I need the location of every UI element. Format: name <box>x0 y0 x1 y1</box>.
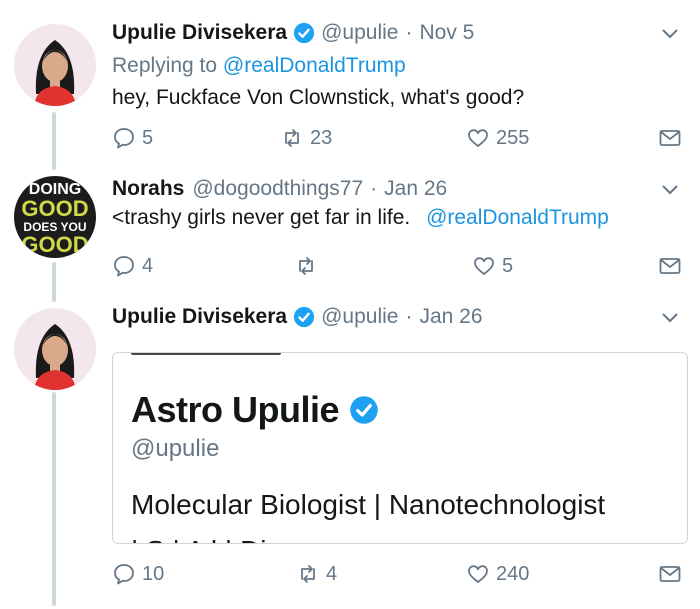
thread-line <box>52 112 56 170</box>
tweet-actions: 4 5 <box>112 254 682 284</box>
retweet-count: 4 <box>326 562 338 585</box>
avatar[interactable] <box>14 24 96 106</box>
author-name[interactable]: Norahs <box>112 177 184 201</box>
tweet-text: hey, Fuckface Von Clownstick, what's goo… <box>112 86 525 109</box>
heart-icon <box>468 565 488 584</box>
retweet-icon <box>285 129 299 147</box>
reply-icon <box>114 128 134 149</box>
verified-icon <box>294 22 315 44</box>
like-count: 255 <box>496 126 530 149</box>
like-button[interactable]: 240 <box>466 562 529 586</box>
replying-label: Replying to <box>112 54 218 77</box>
embedded-profile-card[interactable]: Astro Upulie @upulie Molecular Biologist… <box>112 352 688 544</box>
like-button[interactable]: 5 <box>472 254 513 278</box>
mail-icon <box>659 258 681 274</box>
heart-icon <box>474 257 494 276</box>
author-handle[interactable]: @upulie <box>321 21 398 45</box>
separator: · <box>405 21 413 44</box>
replying-to: Replying to @realDonaldTrump <box>112 54 680 82</box>
mention-link[interactable]: @realDonaldTrump <box>426 206 609 229</box>
chevron-down-icon[interactable] <box>660 24 680 44</box>
card-profile-name: Astro Upulie <box>131 389 379 431</box>
direct-message-button[interactable] <box>658 562 682 586</box>
separator: · <box>370 177 378 200</box>
thread-line <box>52 392 56 606</box>
card-name-text: Astro Upulie <box>131 389 340 430</box>
reply-button[interactable]: 4 <box>112 254 153 278</box>
card-handle: @upulie <box>131 435 220 462</box>
card-bio: Molecular Biologist | Nanotechnologist <box>131 489 606 520</box>
retweet-button[interactable] <box>294 254 324 278</box>
retweet-icon <box>301 565 315 583</box>
avatar[interactable]: DOING GOOD DOES YOU GOOD <box>14 176 96 258</box>
reply-button[interactable]: 5 <box>112 126 153 150</box>
reply-count: 10 <box>142 562 165 585</box>
thread-line <box>52 262 56 302</box>
svg-text:GOOD: GOOD <box>21 232 88 257</box>
verified-icon <box>294 306 315 328</box>
like-button[interactable]: 255 <box>466 126 529 150</box>
mention-link[interactable]: @realDonaldTrump <box>223 54 406 77</box>
tweet-date[interactable]: Jan 26 <box>384 177 447 201</box>
heart-icon <box>468 129 488 148</box>
reply-icon <box>114 256 134 277</box>
mail-icon <box>659 130 681 146</box>
tweet-date[interactable]: Nov 5 <box>419 21 474 45</box>
retweet-icon <box>299 257 313 275</box>
chevron-down-icon[interactable] <box>660 308 680 328</box>
like-count: 5 <box>502 254 514 277</box>
author-handle[interactable]: @dogoodthings77 <box>192 177 363 201</box>
like-count: 240 <box>496 562 530 585</box>
tweet-body: <trashy girls never get far in life. <box>112 206 411 229</box>
tweet-actions: 10 4 240 <box>112 562 682 592</box>
retweet-button[interactable]: 23 <box>280 126 332 150</box>
verified-icon <box>350 396 378 424</box>
avatar[interactable] <box>14 308 96 390</box>
tweet-text: <trashy girls never get far in life. @re… <box>112 206 680 230</box>
tweet-date[interactable]: Jan 26 <box>419 305 482 329</box>
reply-count: 5 <box>142 126 154 149</box>
reply-button[interactable]: 10 <box>112 562 164 586</box>
mail-icon <box>659 566 681 582</box>
tweet-actions: 5 23 255 <box>112 126 682 156</box>
author-handle[interactable]: @upulie <box>321 305 398 329</box>
author-name[interactable]: Upulie Divisekera <box>112 21 287 45</box>
card-top-bar <box>131 353 281 355</box>
svg-text:GOOD: GOOD <box>21 196 88 221</box>
reply-icon <box>114 564 134 585</box>
chevron-down-icon[interactable] <box>660 180 680 200</box>
reply-count: 4 <box>142 254 154 277</box>
separator: · <box>405 305 413 328</box>
retweet-count: 23 <box>310 126 333 149</box>
author-name[interactable]: Upulie Divisekera <box>112 305 287 329</box>
retweet-button[interactable]: 4 <box>296 562 337 586</box>
direct-message-button[interactable] <box>658 254 682 278</box>
card-bio-cut: | S | A l | Di <box>131 535 266 543</box>
direct-message-button[interactable] <box>658 126 682 150</box>
